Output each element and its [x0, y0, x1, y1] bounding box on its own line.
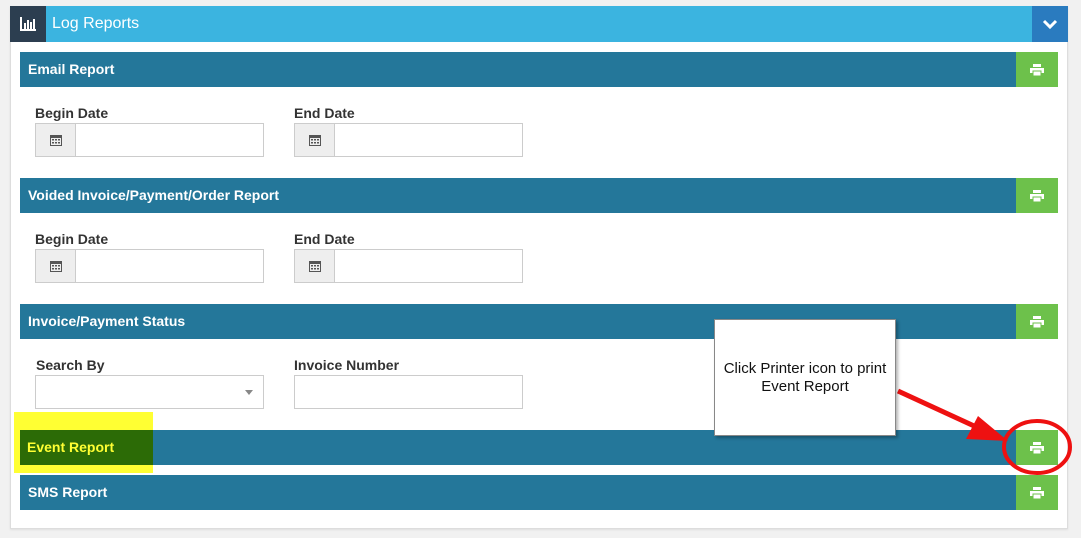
voided-end-date-label: End Date — [294, 231, 355, 247]
voided-report-bar: Voided Invoice/Payment/Order Report — [20, 178, 1058, 213]
voided-report-print-button[interactable] — [1016, 178, 1058, 213]
calendar-icon[interactable] — [36, 250, 76, 282]
email-begin-date-input[interactable] — [77, 124, 263, 156]
sms-report-title: SMS Report — [28, 484, 108, 500]
email-end-date-label: End Date — [294, 105, 355, 121]
search-by-label: Search By — [36, 357, 105, 373]
email-report-print-button[interactable] — [1016, 52, 1058, 87]
event-report-title: Event Report — [27, 439, 115, 455]
caret-down-icon — [245, 390, 253, 395]
sms-report-print-button[interactable] — [1016, 475, 1058, 510]
calendar-icon[interactable] — [295, 124, 335, 156]
callout-line-2: Event Report — [761, 377, 849, 395]
event-report-print-button[interactable] — [1016, 430, 1058, 465]
email-end-date-input[interactable] — [336, 124, 522, 156]
voided-begin-date-label: Begin Date — [35, 231, 109, 247]
invoice-status-bar: Invoice/Payment Status — [20, 304, 1058, 339]
callout-box: Click Printer icon to print Event Report — [714, 319, 896, 436]
printer-icon — [1030, 315, 1044, 328]
invoice-status-title: Invoice/Payment Status — [28, 313, 186, 329]
voided-end-date-field[interactable] — [294, 249, 523, 283]
event-report-bar — [20, 430, 1058, 465]
page: Log Reports Email Report Begin Date End … — [0, 0, 1081, 538]
email-end-date-field[interactable] — [294, 123, 523, 157]
email-begin-date-field[interactable] — [35, 123, 264, 157]
voided-begin-date-input[interactable] — [77, 250, 263, 282]
sms-report-bar: SMS Report — [20, 475, 1058, 510]
printer-icon — [1030, 486, 1044, 499]
invoice-number-input[interactable] — [294, 375, 523, 409]
voided-begin-date-field[interactable] — [35, 249, 264, 283]
calendar-icon[interactable] — [36, 124, 76, 156]
email-report-bar: Email Report — [20, 52, 1058, 87]
bar-chart-icon — [10, 6, 46, 42]
printer-icon — [1030, 189, 1044, 202]
invoice-status-print-button[interactable] — [1016, 304, 1058, 339]
chevron-down-icon[interactable] — [1032, 6, 1068, 42]
invoice-number-label: Invoice Number — [294, 357, 400, 373]
printer-icon — [1030, 63, 1044, 76]
voided-report-title: Voided Invoice/Payment/Order Report — [28, 187, 280, 203]
page-title: Log Reports — [52, 15, 140, 32]
calendar-icon[interactable] — [295, 250, 335, 282]
log-reports-header[interactable]: Log Reports — [10, 6, 1068, 42]
printer-icon — [1030, 441, 1044, 454]
voided-end-date-input[interactable] — [336, 250, 522, 282]
email-report-title: Email Report — [28, 61, 115, 77]
callout-line-1: Click Printer icon to print — [723, 359, 887, 377]
event-report-label-area: Event Report — [20, 430, 153, 465]
search-by-select[interactable] — [35, 375, 264, 409]
email-begin-date-label: Begin Date — [35, 105, 109, 121]
